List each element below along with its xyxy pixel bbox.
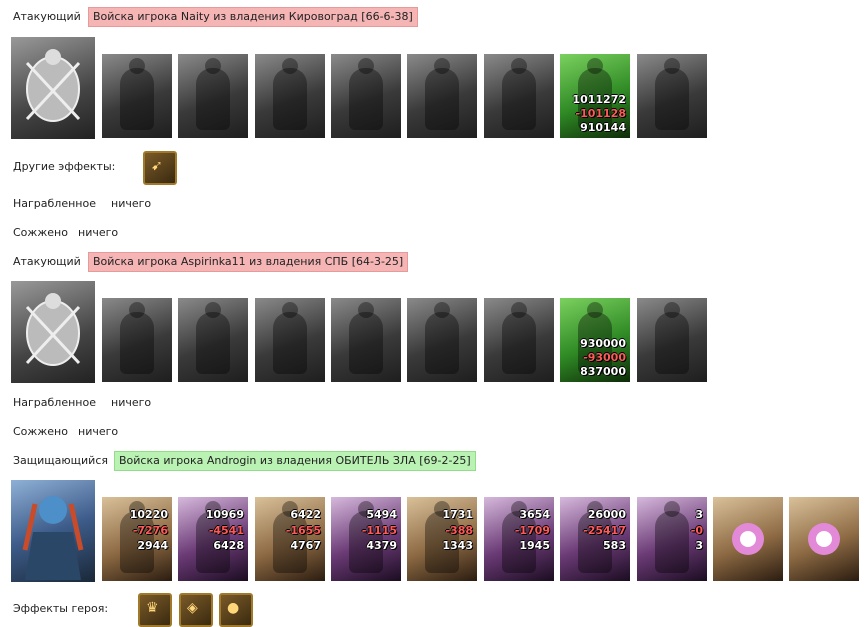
boots-effect-icon[interactable]: ➹: [143, 151, 177, 185]
stack-lost: -4541: [208, 524, 244, 537]
unit-stack-1[interactable]: 10220 -7276 2944: [102, 497, 172, 581]
defender-role-label: Защищающийся: [13, 454, 108, 467]
stack-left: 3: [695, 539, 703, 552]
stack-lost: -1115: [361, 524, 397, 537]
attacker-banner: Войска игрока Naity из владения Кировогр…: [88, 7, 418, 27]
unit-stack-6[interactable]: [484, 54, 554, 138]
crest-icon: [11, 281, 95, 383]
stack-count: 10969: [205, 508, 244, 521]
plundered-label: Награбленное: [13, 197, 96, 210]
winged-helmet-icon[interactable]: ♛: [138, 593, 172, 627]
stack-count: 3654: [519, 508, 550, 521]
unit-stack-8[interactable]: [637, 54, 707, 138]
stack-count: 3: [695, 508, 703, 521]
stack-left: 910144: [580, 121, 626, 134]
stack-left: 837000: [580, 365, 626, 378]
stack-count: 1731: [442, 508, 473, 521]
unit-stack-1[interactable]: [102, 54, 172, 138]
hero-portrait[interactable]: [11, 480, 95, 582]
unit-stack-7[interactable]: 26000 -25417 583: [560, 497, 630, 581]
stack-left: 4767: [290, 539, 321, 552]
burned-value: ничего: [78, 226, 119, 239]
attacker-role-label: Атакующий: [13, 10, 81, 23]
unit-stack-8[interactable]: [637, 298, 707, 382]
unit-stack-6[interactable]: 3654 -1709 1945: [484, 497, 554, 581]
burned-label: Сожжено: [13, 226, 68, 239]
unit-stack-2[interactable]: [178, 54, 248, 138]
plundered-value: ничего: [111, 396, 152, 409]
stack-left: 4379: [366, 539, 397, 552]
unit-stack-2[interactable]: 10969 -4541 6428: [178, 497, 248, 581]
unit-stack-2[interactable]: [178, 298, 248, 382]
plundered-value: ничего: [111, 197, 152, 210]
stack-lost: -388: [445, 524, 473, 537]
burned-value: ничего: [78, 425, 119, 438]
burned-label: Сожжено: [13, 425, 68, 438]
stack-count: 26000: [587, 508, 626, 521]
defender-banner: Войска игрока Androgin из владения ОБИТЕ…: [114, 451, 476, 471]
unit-stack-10[interactable]: [789, 497, 859, 581]
unit-stack-4[interactable]: [331, 298, 401, 382]
stack-lost: -1709: [514, 524, 550, 537]
unit-stack-4[interactable]: 5494 -1115 4379: [331, 497, 401, 581]
attacker-role-label: Атакующий: [13, 255, 81, 268]
unit-stack-1[interactable]: [102, 298, 172, 382]
unit-stack-5[interactable]: 1731 -388 1343: [407, 497, 477, 581]
unit-stack-3[interactable]: [255, 298, 325, 382]
pendant-icon[interactable]: ◈: [179, 593, 213, 627]
stack-left: 583: [603, 539, 626, 552]
unit-stack-8[interactable]: 3 -0 3: [637, 497, 707, 581]
stack-lost: -101128: [575, 107, 627, 120]
stack-lost: -1655: [285, 524, 321, 537]
plundered-label: Награбленное: [13, 396, 96, 409]
orb-icon[interactable]: ●: [219, 593, 253, 627]
stack-left: 2944: [137, 539, 168, 552]
unit-stack-3[interactable]: [255, 54, 325, 138]
stack-count: 6422: [290, 508, 321, 521]
unit-stack-active[interactable]: 1011272 -101128 910144: [560, 54, 630, 138]
stack-lost: -93000: [583, 351, 626, 364]
stack-left: 1343: [442, 539, 473, 552]
stack-count: 10220: [129, 508, 168, 521]
stack-left: 6428: [213, 539, 244, 552]
attacker-banner: Войска игрока Aspirinka11 из владения СП…: [88, 252, 409, 272]
crest-icon: [11, 37, 95, 139]
unit-stack-5[interactable]: [407, 54, 477, 138]
other-effects-label: Другие эффекты:: [13, 160, 116, 173]
unit-stack-6[interactable]: [484, 298, 554, 382]
stack-lost: -0: [690, 524, 703, 537]
stack-count: 5494: [366, 508, 397, 521]
unit-stack-9[interactable]: [713, 497, 783, 581]
stack-lost: -7276: [132, 524, 168, 537]
stack-left: 1945: [519, 539, 550, 552]
unit-stack-3[interactable]: 6422 -1655 4767: [255, 497, 325, 581]
hero-effects-label: Эффекты героя:: [13, 602, 109, 615]
unit-stack-active[interactable]: 930000 -93000 837000: [560, 298, 630, 382]
unit-stack-4[interactable]: [331, 54, 401, 138]
stack-lost: -25417: [583, 524, 626, 537]
unit-stack-5[interactable]: [407, 298, 477, 382]
stack-count: 1011272: [572, 93, 626, 106]
stack-count: 930000: [580, 337, 626, 350]
